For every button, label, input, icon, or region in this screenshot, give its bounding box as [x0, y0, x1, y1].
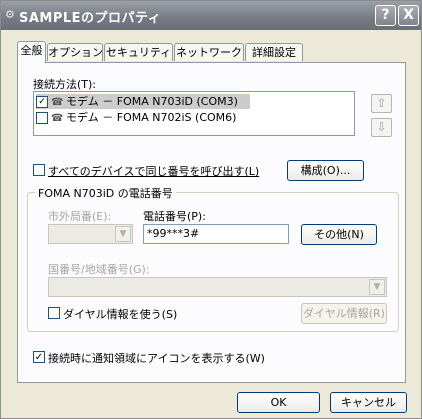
connection-icon: ⚙	[5, 8, 15, 21]
device-checkbox[interactable]	[36, 112, 48, 124]
tab-network[interactable]: ネットワーク	[174, 43, 244, 61]
cancel-button[interactable]: キャンセル	[330, 392, 407, 413]
ok-button[interactable]: OK	[237, 392, 320, 413]
close-button[interactable]: X	[398, 5, 419, 26]
title-bar: ⚙ SAMPLEのプロパティ ? X	[1, 1, 421, 30]
properties-window: ⚙ SAMPLEのプロパティ ? X 全般 オプション セキュリティ ネットワー…	[0, 0, 422, 419]
phone-number-label: 電話番号(P):	[143, 210, 206, 223]
show-icon-checkbox[interactable]: ✓	[33, 351, 45, 363]
area-code-dropdown[interactable]: ▼	[48, 224, 133, 244]
connect-method-label: 接続方法(T):	[33, 78, 97, 91]
others-button[interactable]: その他(N)	[301, 224, 377, 245]
same-number-checkbox[interactable]	[33, 164, 45, 176]
country-code-dropdown[interactable]: ▼	[48, 277, 387, 297]
modem-icon: ☎	[51, 112, 64, 124]
area-code-label: 市外局番(E):	[48, 210, 112, 223]
device-label: モデム － FOMA N702iS (COM6)	[66, 111, 237, 124]
window-title: SAMPLEのプロパティ	[19, 11, 162, 26]
same-number-label[interactable]: すべてのデバイスで同じ番号を呼び出す(L)	[48, 163, 259, 179]
help-button[interactable]: ?	[375, 5, 396, 26]
modem-icon: ☎	[51, 96, 64, 108]
tab-advanced[interactable]: 詳細設定	[245, 43, 303, 61]
configure-button[interactable]: 構成(O)...	[287, 160, 364, 181]
dialing-rules-checkbox[interactable]	[48, 307, 60, 319]
arrow-down-icon: ⇩	[376, 120, 387, 134]
device-item[interactable]: ✓ ☎ モデム － FOMA N703iD (COM3)	[36, 94, 250, 109]
chevron-down-icon: ▼	[115, 226, 131, 242]
phone-number-input[interactable]: *99***3#	[143, 224, 289, 244]
device-item[interactable]: ☎ モデム － FOMA N702iS (COM6)	[36, 110, 236, 125]
tab-general[interactable]: 全般	[17, 41, 46, 63]
dialing-rules-button[interactable]: ダイヤル情報(R)	[301, 303, 387, 324]
move-up-button[interactable]: ⇧	[371, 94, 392, 113]
chevron-down-icon: ▼	[369, 279, 385, 295]
tab-options[interactable]: オプション	[47, 43, 103, 61]
tab-security[interactable]: セキュリティ	[104, 43, 173, 61]
phone-group-title: FOMA N703iD の電話番号	[35, 185, 176, 201]
device-list[interactable]: ✓ ☎ モデム － FOMA N703iD (COM3) ☎ モデム － FOMA N…	[33, 91, 355, 136]
device-label: モデム － FOMA N703iD (COM3)	[66, 95, 238, 108]
move-down-button[interactable]: ⇩	[371, 118, 392, 137]
device-checkbox[interactable]: ✓	[36, 96, 48, 108]
dialing-rules-label[interactable]: ダイヤル情報を使う(S)	[63, 306, 177, 322]
country-code-label: 国番号/地域番号(G):	[48, 263, 150, 276]
arrow-up-icon: ⇧	[376, 96, 387, 110]
show-icon-label[interactable]: 接続時に通知領域にアイコンを表示する(W)	[48, 350, 265, 366]
